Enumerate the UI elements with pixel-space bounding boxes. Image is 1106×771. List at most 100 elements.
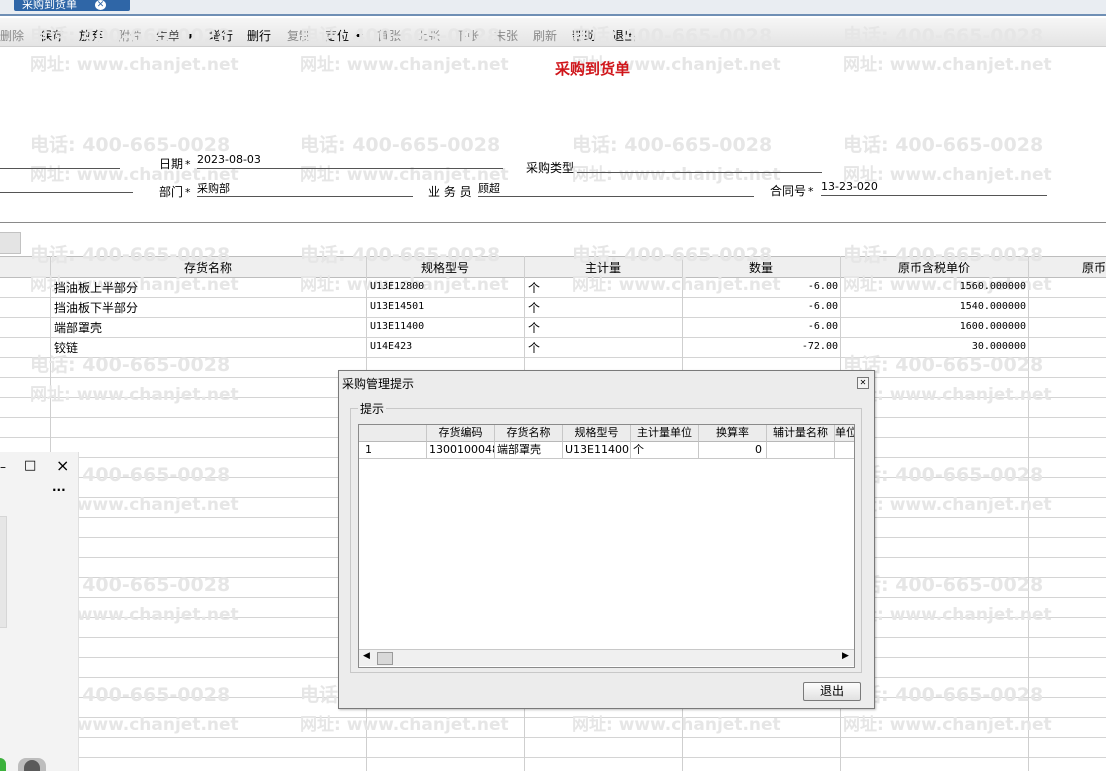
cell-item-name[interactable]: 挡油板下半部分 xyxy=(54,299,138,316)
attachment-button[interactable]: 附件 xyxy=(118,27,142,44)
copy-button[interactable]: 复制 xyxy=(287,27,311,44)
grid-line xyxy=(0,757,1106,758)
cell-quantity[interactable]: -72.00 xyxy=(682,341,838,352)
grid-line xyxy=(0,717,1106,718)
cell-unit[interactable]: 个 xyxy=(528,299,540,316)
column-header-unit-price[interactable]: 原币含税单价 xyxy=(840,259,1028,276)
grid-line xyxy=(0,357,1106,358)
cell-unit-price[interactable]: 1540.000000 xyxy=(840,301,1026,312)
save-button[interactable]: 保存 xyxy=(40,27,64,44)
cell-item-name[interactable]: 铰链 xyxy=(54,339,78,356)
cell-item-name[interactable]: 挡油板上半部分 xyxy=(54,279,138,296)
locate-label: 定位 xyxy=(325,29,350,43)
generate-button[interactable]: 生单 xyxy=(156,27,195,44)
header-divider xyxy=(0,222,1106,223)
column-header-unit[interactable]: 主计量 xyxy=(524,259,682,276)
cell-unit[interactable]: 个 xyxy=(528,279,540,296)
watermark-site: 网址: www.chanjet.net xyxy=(30,55,239,75)
tip-cell-rate[interactable]: 0 xyxy=(699,442,767,459)
grid-tool-button[interactable] xyxy=(0,232,21,254)
cell-unit[interactable]: 个 xyxy=(528,339,540,356)
cell-unit-price[interactable]: 30.000000 xyxy=(840,341,1026,352)
column-header-original[interactable]: 原币 xyxy=(1082,259,1106,276)
cell-quantity[interactable]: -6.00 xyxy=(682,281,838,292)
column-header-spec[interactable]: 规格型号 xyxy=(366,259,524,276)
tip-cell-spec[interactable]: U13E11400 xyxy=(563,442,631,459)
tip-col-header[interactable]: 存货编码 xyxy=(427,425,495,442)
tip-cell-unit[interactable]: 个 xyxy=(631,442,699,459)
tip-col-header[interactable]: 单位 xyxy=(835,425,854,442)
tip-cell-code[interactable]: 13001000485 xyxy=(427,442,495,459)
watermark-phone: 电话: 400-665-0028 xyxy=(300,134,501,156)
exit-toolbar-button[interactable]: 退出 xyxy=(612,27,636,44)
watermark-phone: 电话: 400-665-0028 xyxy=(572,134,773,156)
discard-button[interactable]: 放弃 xyxy=(79,27,103,44)
tip-col-header[interactable] xyxy=(359,425,427,442)
scroll-left-icon[interactable]: ◀ xyxy=(363,651,370,661)
tip-cell-name[interactable]: 端部罩壳 xyxy=(495,442,563,459)
dialog-exit-button[interactable]: 退出 xyxy=(803,682,861,701)
column-header-item-name[interactable]: 存货名称 xyxy=(50,259,366,276)
close-icon[interactable]: × xyxy=(56,456,69,475)
department-field[interactable]: 采购部 xyxy=(197,180,230,196)
tip-col-header[interactable]: 规格型号 xyxy=(563,425,631,442)
delete-row-button[interactable]: 删行 xyxy=(247,27,271,44)
scroll-right-icon[interactable]: ▶ xyxy=(842,651,849,661)
contract-field[interactable]: 13-23-020 xyxy=(821,180,878,193)
more-icon[interactable]: ··· xyxy=(52,483,66,497)
cell-spec[interactable]: U13E12800 xyxy=(370,281,424,292)
toolbar: 删除 保存 放弃 附件 生单 增行 删行 复制 定位 首张 上张 下张 末张 刷… xyxy=(0,18,1106,47)
prev-button[interactable]: 上张 xyxy=(416,27,440,44)
avatar-icon xyxy=(24,760,40,771)
cell-spec[interactable]: U13E11400 xyxy=(370,321,424,332)
help-button[interactable]: 帮助 xyxy=(572,27,596,44)
add-row-button[interactable]: 增行 xyxy=(209,27,233,44)
grid-line xyxy=(0,737,1106,738)
cell-item-name[interactable]: 端部罩壳 xyxy=(54,319,102,336)
status-dot xyxy=(0,758,6,771)
tip-table: 存货编码 存货名称 规格型号 主计量单位 换算率 辅计量名称 单位 1 1300… xyxy=(358,424,855,668)
dialog-title: 采购管理提示 xyxy=(342,377,415,391)
cell-unit-price[interactable]: 1560.000000 xyxy=(840,281,1026,292)
tip-col-header[interactable]: 换算率 xyxy=(699,425,767,442)
field-underline xyxy=(478,196,754,197)
last-button[interactable]: 末张 xyxy=(494,27,518,44)
tip-cell-index[interactable]: 1 xyxy=(359,442,427,459)
tab-strip xyxy=(0,0,1106,16)
field-underline xyxy=(0,168,120,169)
tab-purchase-arrival[interactable]: 采购到货单 xyxy=(14,0,130,11)
minimize-icon[interactable]: – xyxy=(0,460,6,474)
close-circle-icon[interactable]: ✕ xyxy=(95,0,106,10)
document-title: 采购到货单 xyxy=(555,60,631,78)
locate-button[interactable]: 定位 xyxy=(325,27,364,44)
cell-quantity[interactable]: -6.00 xyxy=(682,301,838,312)
cell-quantity[interactable]: -6.00 xyxy=(682,321,838,332)
next-button[interactable]: 下张 xyxy=(455,27,479,44)
tip-cell-unit2[interactable] xyxy=(835,442,854,459)
contract-label: 合同号 * xyxy=(770,184,814,198)
horizontal-scrollbar[interactable]: ◀ ▶ xyxy=(359,649,854,666)
tip-cell-aux-unit[interactable] xyxy=(767,442,835,459)
first-button[interactable]: 首张 xyxy=(377,27,401,44)
refresh-button[interactable]: 刷新 xyxy=(533,27,557,44)
purchase-tip-dialog: 采购管理提示 ✕ 提示 存货编码 存货名称 规格型号 主计量单位 换算率 辅计量… xyxy=(338,370,875,709)
cell-spec[interactable]: U14E423 xyxy=(370,341,412,352)
delete-button[interactable]: 删除 xyxy=(0,27,24,44)
field-underline xyxy=(197,168,503,169)
column-header-quantity[interactable]: 数量 xyxy=(682,259,840,276)
scroll-thumb[interactable] xyxy=(377,652,393,665)
tip-col-header[interactable]: 辅计量名称 xyxy=(767,425,835,442)
chevron-down-icon xyxy=(355,34,364,39)
cell-spec[interactable]: U13E14501 xyxy=(370,301,424,312)
salesman-field[interactable]: 顾超 xyxy=(478,180,500,196)
date-field[interactable]: 2023-08-03 xyxy=(197,153,261,166)
grid-line xyxy=(0,297,1106,298)
generate-label: 生单 xyxy=(156,29,181,43)
tip-col-header[interactable]: 主计量单位 xyxy=(631,425,699,442)
cell-unit[interactable]: 个 xyxy=(528,319,540,336)
tip-col-header[interactable]: 存货名称 xyxy=(495,425,563,442)
field-underline xyxy=(197,196,413,197)
close-icon[interactable]: ✕ xyxy=(857,377,869,389)
maximize-icon[interactable]: □ xyxy=(24,458,36,473)
cell-unit-price[interactable]: 1600.000000 xyxy=(840,321,1026,332)
